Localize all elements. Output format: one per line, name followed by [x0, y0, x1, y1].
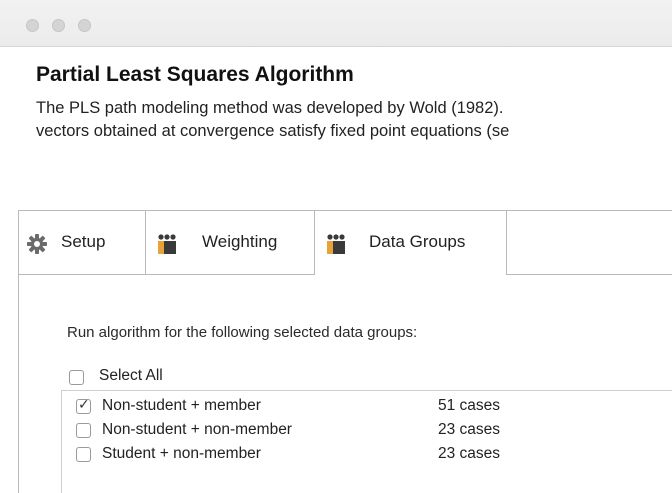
tab-data-groups[interactable]: Data Groups	[315, 211, 507, 275]
data-groups-content: Run algorithm for the following selected…	[19, 275, 672, 493]
group-name: Student + non-member	[102, 445, 261, 462]
tab-data-groups-label: Data Groups	[369, 232, 466, 251]
tab-bar-spacer	[507, 211, 672, 275]
minimize-window-button[interactable]	[52, 19, 65, 32]
group-cases: 23 cases	[438, 445, 501, 462]
page-title: Partial Least Squares Algorithm	[36, 63, 354, 86]
tab-setup-label: Setup	[61, 232, 106, 251]
zoom-window-button[interactable]	[78, 19, 91, 32]
select-all-label: Select All	[99, 367, 163, 384]
people-icon	[327, 234, 345, 254]
close-window-button[interactable]	[26, 19, 39, 32]
group-name: Non-student + member	[102, 397, 261, 414]
instruction-text: Run algorithm for the following selected…	[67, 324, 418, 341]
group-checkbox[interactable]	[76, 397, 91, 414]
tab-weighting[interactable]: Weighting	[146, 211, 315, 275]
data-group-list: Non-student + member 51 cases Non-studen…	[61, 390, 672, 493]
window-titlebar	[0, 0, 672, 47]
description-line-2: vectors obtained at convergence satisfy …	[36, 122, 510, 140]
algorithm-settings-panel: Setup Weighting Data Groups Run algorith…	[18, 210, 672, 493]
list-item[interactable]: Student + non-member 23 cases	[62, 443, 672, 467]
people-icon	[158, 234, 176, 254]
description-line-1: The PLS path modeling method was develop…	[36, 99, 504, 117]
group-cases: 51 cases	[438, 397, 501, 414]
group-checkbox[interactable]	[76, 423, 91, 438]
tab-weighting-label: Weighting	[202, 232, 278, 251]
tab-bar: Setup Weighting Data Groups	[19, 211, 672, 275]
list-item[interactable]: Non-student + member 51 cases	[62, 395, 672, 419]
page-description: The PLS path modeling method was develop…	[36, 97, 672, 143]
group-name: Non-student + non-member	[102, 421, 292, 438]
list-item[interactable]: Non-student + non-member 23 cases	[62, 419, 672, 443]
group-cases: 23 cases	[438, 421, 501, 438]
group-checkbox[interactable]	[76, 447, 91, 462]
gear-icon	[27, 234, 47, 254]
tab-setup[interactable]: Setup	[19, 211, 146, 275]
select-all-checkbox[interactable]	[69, 370, 84, 385]
